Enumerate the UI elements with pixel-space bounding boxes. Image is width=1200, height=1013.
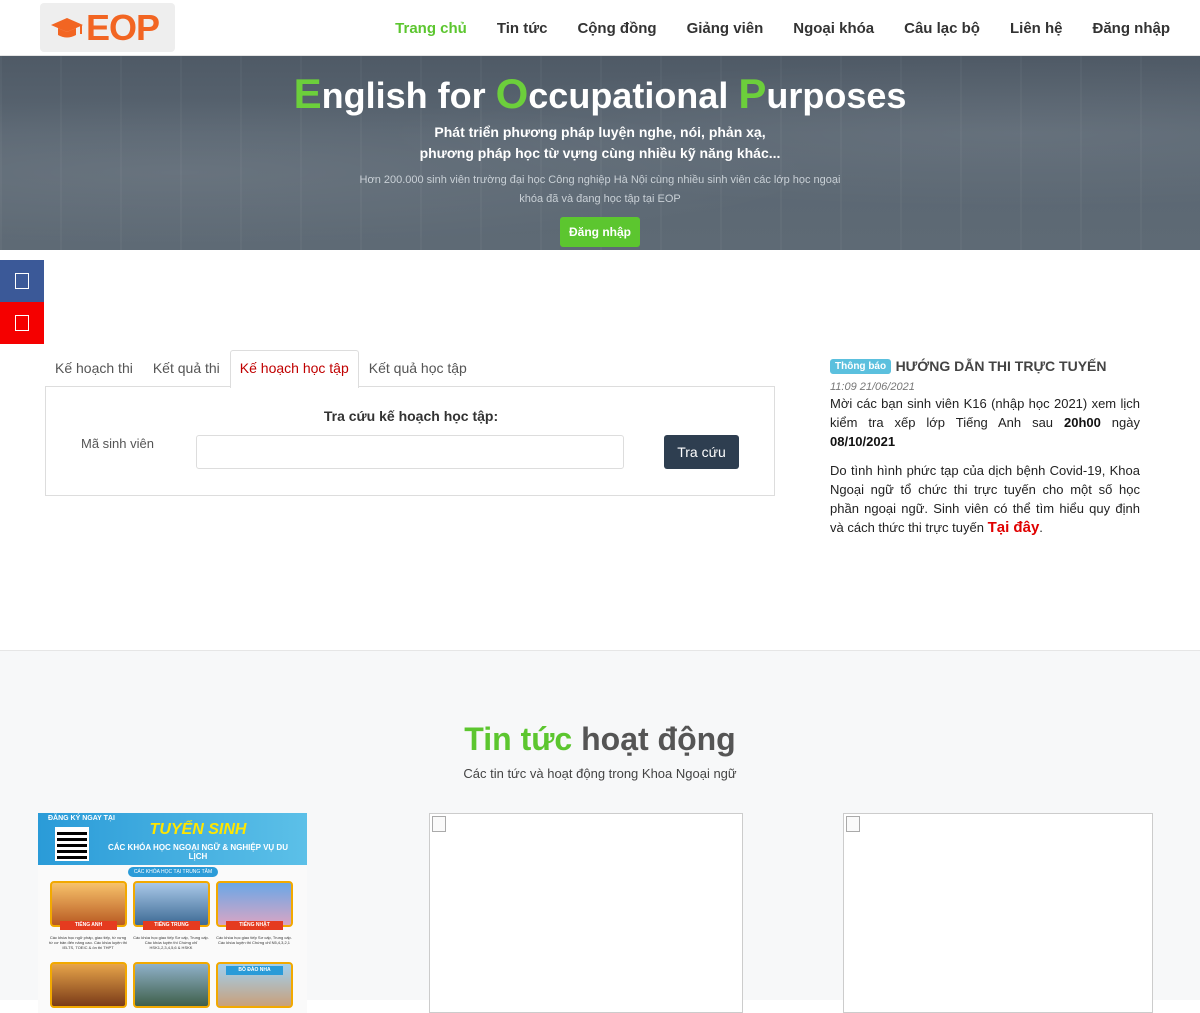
tab-study-results[interactable]: Kết quả học tập — [359, 350, 477, 387]
student-id-label: Mã sinh viên — [81, 436, 154, 451]
youtube-icon — [15, 315, 29, 331]
nav-extracurricular[interactable]: Ngoại khóa — [793, 20, 874, 37]
youtube-button[interactable] — [0, 302, 44, 344]
news-card-3[interactable] — [843, 813, 1153, 1013]
poster-desc-chinese: Các khóa học giao tiếp Sơ cấp, Trung cấp… — [133, 935, 209, 950]
news-card-poster[interactable]: ĐĂNG KÝ NGAY TẠI TUYỂN SINH CÁC KHÓA HỌC… — [38, 813, 307, 1013]
poster-heading: TUYỂN SINH — [149, 821, 247, 838]
notice-badge: Thông báo — [830, 359, 892, 374]
student-id-input[interactable] — [196, 435, 624, 469]
nav-contact[interactable]: Liên hệ — [1010, 20, 1063, 37]
tab-exam-plan[interactable]: Kế hoạch thi — [45, 350, 143, 387]
poster-desc-japanese: Các khóa học giao tiếp Sơ cấp, Trung cấp… — [216, 935, 292, 945]
poster-tile-5 — [133, 962, 210, 1008]
poster-header: ĐĂNG KÝ NGAY TẠI TUYỂN SINH CÁC KHÓA HỌC… — [38, 813, 307, 865]
logo[interactable]: EOP — [40, 3, 175, 52]
nav-clubs[interactable]: Câu lạc bộ — [904, 20, 980, 37]
nav-lecturers[interactable]: Giảng viên — [687, 20, 764, 37]
nav-community[interactable]: Cộng đồng — [577, 20, 656, 37]
hero-description: Hơn 200.000 sinh viên trường đại học Côn… — [359, 174, 841, 205]
qr-code-icon — [55, 827, 89, 861]
poster-tile-6: BỒ ĐÀO NHA — [216, 962, 293, 1008]
panel-title: Tra cứu kế hoạch học tập: — [323, 408, 499, 424]
broken-image-icon — [846, 816, 860, 832]
poster-tile-chinese: TIẾNG TRUNG — [133, 881, 210, 930]
notice-paragraph-1: Mời các bạn sinh viên K16 (nhập học 2021… — [830, 396, 1140, 449]
notice-link[interactable]: Tại đây — [988, 519, 1040, 536]
poster-subheading: CÁC KHÓA HỌC NGOẠI NGỮ & NGHIỆP VỤ DU LỊ… — [108, 843, 288, 861]
news-card-2[interactable] — [429, 813, 743, 1013]
logo-text: EOP — [86, 6, 160, 48]
hero-banner: English for Occupational Purposes Phát t… — [0, 56, 1200, 250]
notice-title[interactable]: HƯỚNG DẪN THI TRỰC TUYẾN — [896, 358, 1107, 374]
graduation-cap-icon — [51, 17, 83, 37]
news-title: Tin tức hoạt động — [464, 721, 736, 757]
nav-news[interactable]: Tin tức — [497, 20, 548, 37]
tab-study-plan[interactable]: Kế hoạch học tập — [229, 350, 359, 388]
poster-body: CÁC KHÓA HỌC TẠI TRUNG TÂM TIẾNG ANH TIẾ… — [38, 865, 307, 1013]
facebook-button[interactable] — [0, 260, 44, 302]
hero-title: English for Occupational Purposes — [293, 70, 907, 117]
poster-desc-english: Các khóa học ngữ pháp, giao tiếp, từ vựn… — [49, 935, 127, 950]
nav-login[interactable]: Đăng nhập — [1093, 20, 1171, 37]
lookup-tabs: Kế hoạch thi Kết quả thi Kế hoạch học tậ… — [45, 350, 477, 388]
poster-tile-4 — [50, 962, 127, 1008]
search-button[interactable]: Tra cứu — [664, 435, 739, 469]
poster-tile-japanese: TIẾNG NHẬT — [216, 881, 293, 930]
facebook-icon — [15, 273, 29, 289]
hero-login-button[interactable]: Đăng nhập — [560, 217, 640, 247]
main-nav: Trang chủ Tin tức Cộng đồng Giảng viên N… — [365, 0, 1170, 56]
lookup-panel: Tra cứu kế hoạch học tập: Mã sinh viên T… — [45, 386, 775, 496]
broken-image-icon — [432, 816, 446, 832]
hero-subtitle: Phát triển phương pháp luyện nghe, nói, … — [419, 124, 781, 161]
news-subtitle: Các tin tức và hoạt động trong Khoa Ngoạ… — [463, 766, 737, 781]
poster-category: CÁC KHÓA HỌC TẠI TRUNG TÂM — [128, 867, 218, 877]
poster-tile-english: TIẾNG ANH — [50, 881, 127, 930]
news-section: Tin tức hoạt động Các tin tức và hoạt độ… — [0, 650, 1200, 1013]
tab-exam-results[interactable]: Kết quả thi — [143, 350, 230, 387]
nav-home[interactable]: Trang chủ — [395, 20, 467, 37]
notice-box: Thông báo HƯỚNG DẪN THI TRỰC TUYẾN 11:09… — [830, 358, 1140, 537]
notice-time: 11:09 21/06/2021 — [830, 381, 915, 393]
site-header: EOP Trang chủ Tin tức Cộng đồng Giảng vi… — [0, 0, 1200, 56]
notice-paragraph-2: Do tình hình phức tạp của dịch bệnh Covi… — [830, 463, 1140, 536]
